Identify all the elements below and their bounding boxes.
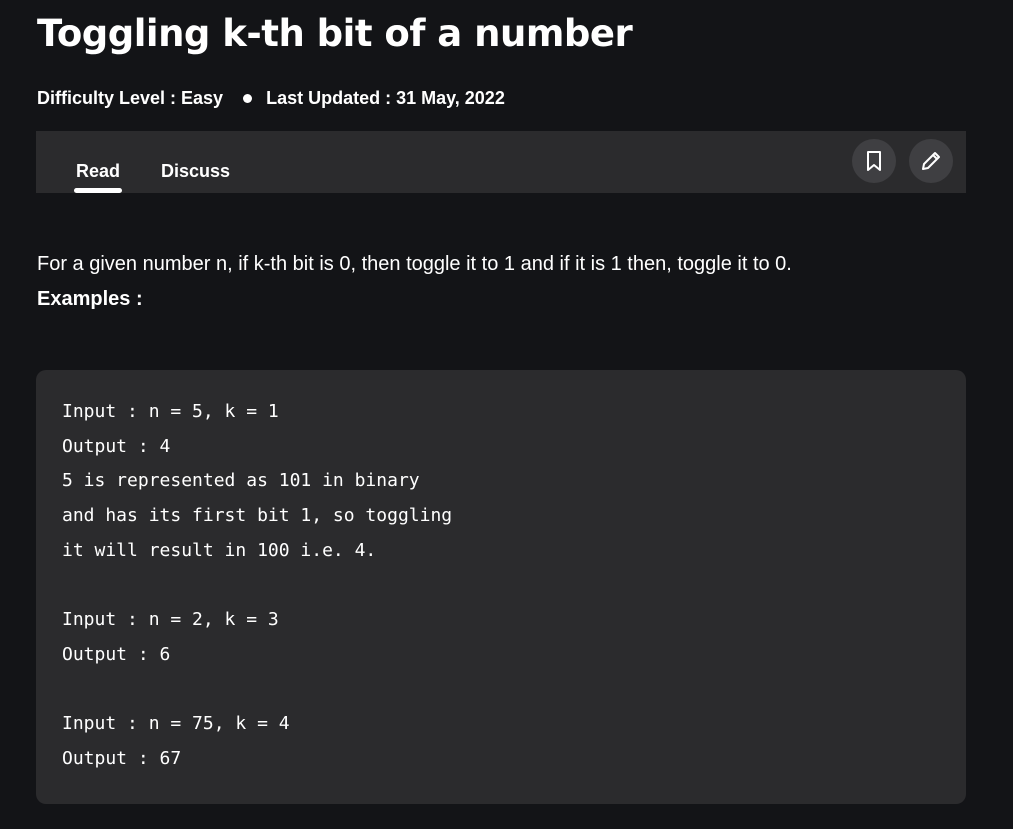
tab-read[interactable]: Read [76,161,120,182]
tab-discuss[interactable]: Discuss [161,161,230,182]
code-line: and has its first bit 1, so toggling [62,505,453,526]
code-line: 5 is represented as 101 in binary [62,470,420,491]
code-line: it will result in 100 i.e. 4. [62,540,377,561]
difficulty-level: Difficulty Level : Easy [37,88,224,108]
examples-code-block: Input : n = 5, k = 1 Output : 4 5 is rep… [36,370,966,804]
article-title: Toggling k-th bit of a number [37,12,633,55]
code-line: Output : 67 [62,748,182,769]
active-tab-indicator [74,188,122,193]
code-line: Input : n = 2, k = 3 [62,609,279,630]
pencil-icon [922,152,940,170]
bookmark-icon [867,151,881,171]
edit-button[interactable] [909,139,953,183]
article-meta: Difficulty Level : Easy Last Updated : 3… [37,88,505,109]
separator-dot [243,94,253,103]
code-line: Output : 4 [62,436,171,457]
article-page: Toggling k-th bit of a number Difficulty… [0,0,1013,829]
article-tab-bar: Read Discuss [36,131,966,193]
bookmark-button[interactable] [852,139,896,183]
last-updated: Last Updated : 31 May, 2022 [266,88,505,108]
examples-heading: Examples : [37,288,143,310]
code-line: Input : n = 5, k = 1 [62,401,279,422]
code-line: Output : 6 [62,644,171,665]
problem-description: For a given number n, if k-th bit is 0, … [37,253,792,275]
code-line: Input : n = 75, k = 4 [62,713,290,734]
